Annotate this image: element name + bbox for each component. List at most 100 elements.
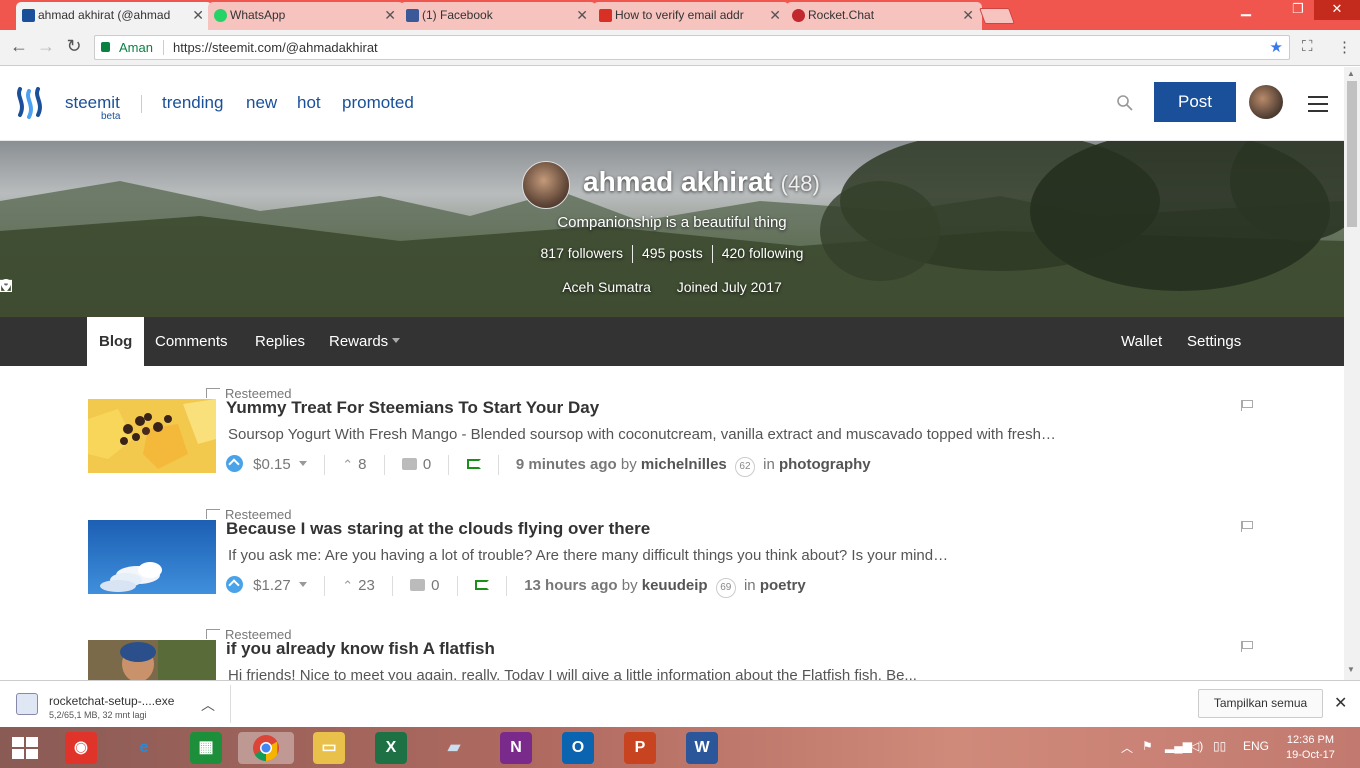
flag-icon[interactable] [1241, 641, 1253, 652]
show-hidden-icons-icon[interactable]: ︿ [1121, 739, 1133, 756]
post-author[interactable]: keuudeip [642, 577, 708, 594]
followers-link[interactable]: 817 followers [541, 245, 624, 261]
browser-tab-steemit[interactable]: ahmad akhirat (@ahmad ✕ [16, 2, 212, 30]
browser-tab-rocketchat[interactable]: Rocket.Chat ✕ [786, 2, 982, 30]
powerpoint-icon[interactable]: P [624, 732, 656, 764]
window-close-icon[interactable]: ✕ [1314, 0, 1360, 20]
battery-icon[interactable]: ▯▯ [1213, 739, 1226, 753]
hamburger-menu-icon[interactable] [1308, 96, 1328, 117]
comment-count[interactable]: 0 [423, 456, 431, 473]
vote-count[interactable]: 8 [358, 456, 366, 473]
show-all-downloads-button[interactable]: Tampilkan semua [1198, 689, 1323, 718]
back-icon[interactable]: ← [8, 36, 30, 57]
maximize-icon[interactable]: ❐ [1284, 0, 1312, 20]
chevron-up-icon[interactable]: ︿ [201, 695, 215, 715]
close-icon[interactable]: ✕ [1334, 693, 1347, 713]
notepad-icon[interactable]: ▰ [438, 732, 470, 764]
comment-icon[interactable] [410, 579, 426, 591]
steemit-favicon-icon [22, 9, 35, 22]
post-thumbnail[interactable] [88, 640, 216, 680]
address-bar[interactable]: Aman https://steemit.com/@ahmadakhirat ★ [94, 35, 1290, 60]
page-scrollbar[interactable]: ▲ ▼ [1344, 67, 1360, 680]
flag-icon[interactable] [1241, 521, 1253, 532]
post-author[interactable]: michelnilles [641, 456, 727, 473]
scroll-down-icon[interactable]: ▼ [1347, 665, 1355, 674]
minimize-icon[interactable]: ▁ [1232, 0, 1260, 20]
nav-hot[interactable]: hot [297, 93, 321, 113]
close-icon[interactable]: ✕ [384, 2, 396, 28]
system-clock[interactable]: 12:36 PM 19-Oct-17 [1286, 733, 1335, 763]
brand-name[interactable]: steemit [65, 93, 120, 113]
tab-rewards[interactable]: Rewards [317, 317, 412, 366]
download-filename[interactable]: rocketchat-setup-....exe [49, 694, 174, 708]
tab-replies[interactable]: Replies [243, 317, 317, 366]
post-summary[interactable]: Hi friends! Nice to meet you again, real… [228, 667, 1168, 680]
tab-settings[interactable]: Settings [1175, 317, 1253, 366]
upvote-button[interactable] [226, 455, 243, 472]
tab-blog[interactable]: Blog [87, 317, 145, 366]
payout[interactable]: $0.15 [253, 456, 291, 473]
scroll-up-icon[interactable]: ▲ [1347, 69, 1355, 78]
post-category[interactable]: photography [779, 456, 871, 473]
browser-tab-gmail[interactable]: How to verify email addr ✕ [593, 2, 789, 30]
post-title[interactable]: Because I was staring at the clouds flyi… [226, 519, 650, 539]
chrome-app-icon[interactable] [238, 732, 294, 764]
browser-tab-whatsapp[interactable]: WhatsApp ✕ [208, 2, 404, 30]
steemit-logo-icon[interactable] [14, 85, 50, 121]
internet-explorer-icon[interactable]: e [128, 732, 160, 764]
new-tab-button[interactable] [979, 8, 1015, 24]
screenshot-extension-icon[interactable]: ⛶ [1302, 38, 1313, 55]
flag-icon[interactable] [1241, 400, 1253, 411]
post-thumbnail[interactable] [88, 520, 216, 594]
resteem-icon[interactable] [474, 580, 489, 590]
post-summary[interactable]: If you ask me: Are you having a lot of t… [228, 547, 1168, 564]
word-icon[interactable]: W [686, 732, 718, 764]
post-title[interactable]: if you already know fish A flatfish [226, 639, 495, 659]
nav-promoted[interactable]: promoted [342, 93, 414, 113]
resteem-icon[interactable] [466, 459, 481, 469]
nav-new[interactable]: new [246, 93, 277, 113]
file-explorer-icon[interactable]: ▭ [313, 732, 345, 764]
weibo-app-icon[interactable]: ◉ [65, 732, 97, 764]
upvote-button[interactable] [226, 576, 243, 593]
browser-tab-facebook[interactable]: (1) Facebook ✕ [400, 2, 596, 30]
volume-icon[interactable]: ◁) [1190, 739, 1203, 753]
post-category[interactable]: poetry [760, 577, 806, 594]
bookmark-star-icon[interactable]: ★ [1270, 36, 1283, 59]
signal-icon[interactable]: ▂▄▆ [1165, 739, 1192, 753]
network-warning-icon[interactable]: ⚑ [1142, 739, 1153, 753]
comment-count[interactable]: 0 [431, 577, 439, 594]
search-icon[interactable] [1116, 94, 1134, 112]
post-thumbnail[interactable] [88, 399, 216, 473]
post-button[interactable]: Post [1154, 82, 1236, 122]
payout[interactable]: $1.27 [253, 577, 291, 594]
url-text[interactable]: https://steemit.com/@ahmadakhirat [173, 36, 378, 59]
language-indicator[interactable]: ENG [1243, 739, 1269, 753]
close-icon[interactable]: ✕ [962, 2, 974, 28]
tab-comments[interactable]: Comments [143, 317, 240, 366]
close-icon[interactable]: ✕ [192, 2, 204, 28]
close-icon[interactable]: ✕ [769, 2, 781, 28]
following-link[interactable]: 420 following [722, 245, 804, 261]
chrome-menu-icon[interactable]: ⋮ [1337, 38, 1352, 56]
forward-icon[interactable]: → [35, 36, 57, 57]
windows-start-icon[interactable] [12, 737, 38, 759]
comment-icon[interactable] [401, 458, 417, 470]
nav-trending[interactable]: trending [162, 93, 223, 113]
outlook-icon[interactable]: O [562, 732, 594, 764]
scrollbar-thumb[interactable] [1347, 81, 1357, 227]
chevron-down-icon[interactable] [298, 461, 307, 466]
chevron-down-icon[interactable] [298, 582, 307, 587]
reload-icon[interactable]: ↻ [63, 36, 85, 57]
vote-count[interactable]: 23 [358, 577, 375, 594]
post-time[interactable]: 13 hours ago [524, 577, 617, 594]
store-app-icon[interactable]: ▦ [190, 732, 222, 764]
post-time[interactable]: 9 minutes ago [516, 456, 617, 473]
tab-wallet[interactable]: Wallet [1109, 317, 1174, 366]
user-avatar[interactable] [1249, 85, 1283, 119]
excel-icon[interactable]: X [375, 732, 407, 764]
post-summary[interactable]: Soursop Yogurt With Fresh Mango - Blende… [228, 426, 1168, 443]
close-icon[interactable]: ✕ [576, 2, 588, 28]
post-title[interactable]: Yummy Treat For Steemians To Start Your … [226, 398, 599, 418]
onenote-icon[interactable]: N [500, 732, 532, 764]
